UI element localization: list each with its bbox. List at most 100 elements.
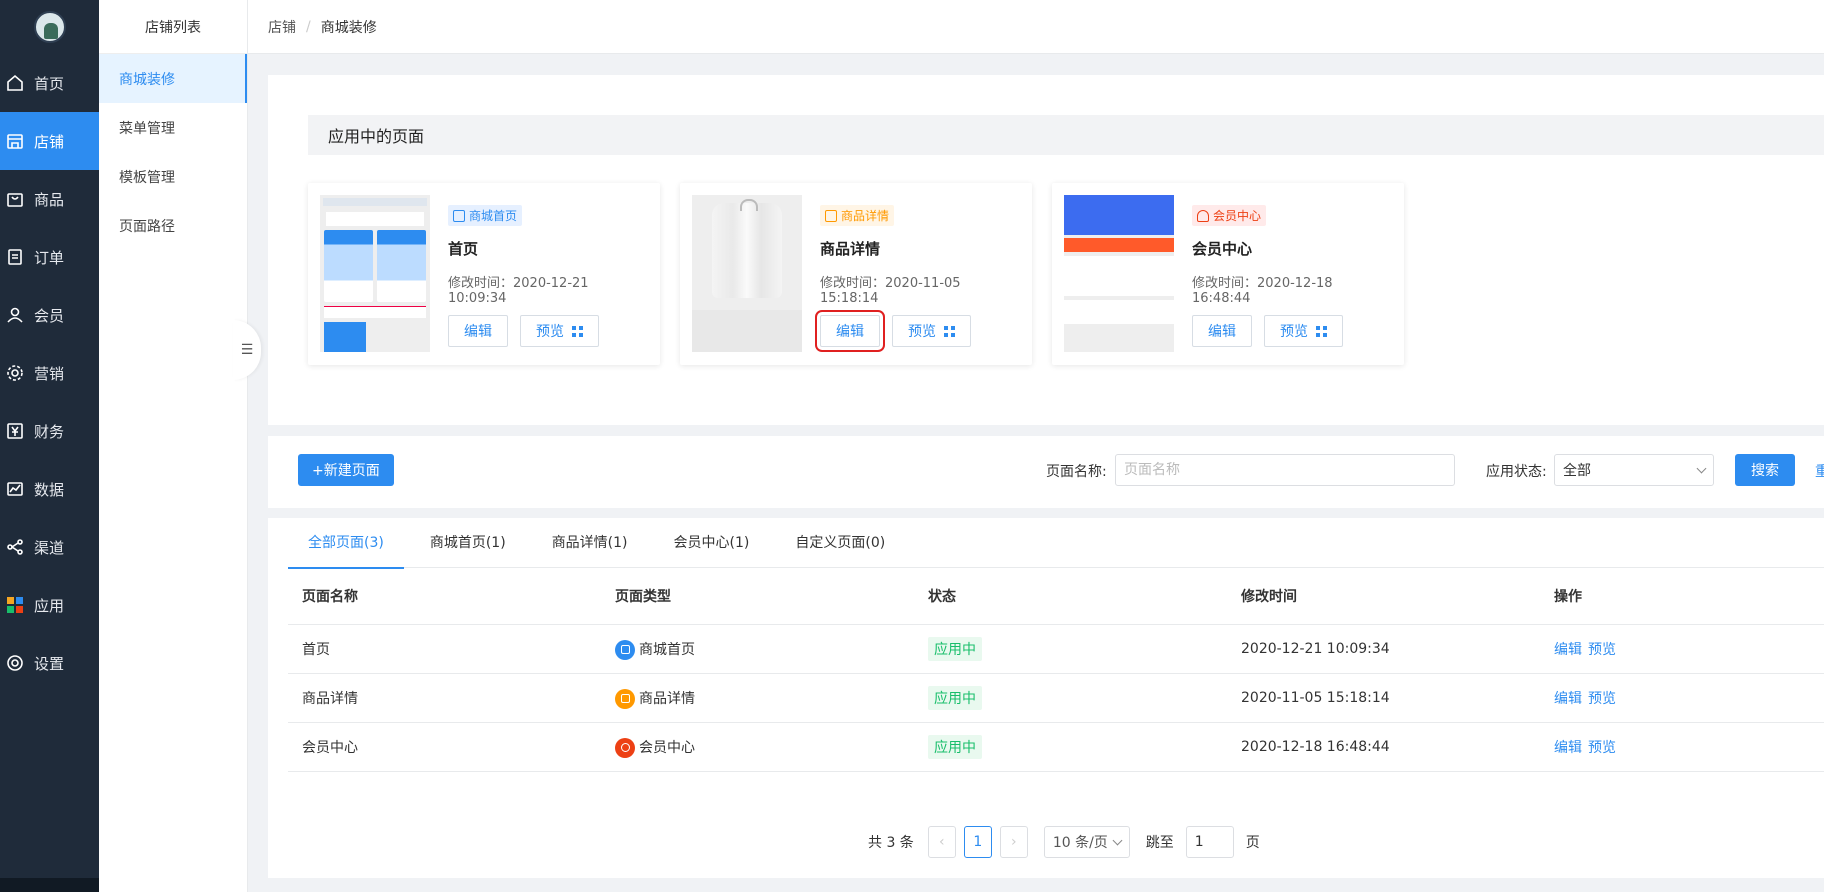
tab-home[interactable]: 商城首页(1) <box>410 518 526 568</box>
pages-table-panel: 全部页面(3) 商城首页(1) 商品详情(1) 会员中心(1) 自定义页面(0)… <box>268 518 1824 878</box>
nav-label: 渠道 <box>34 538 65 557</box>
nav-label: 订单 <box>34 248 65 267</box>
cell-name: 商品详情 <box>302 691 358 707</box>
breadcrumb-root[interactable]: 店铺 <box>268 17 296 37</box>
total-count: 共 3 条 <box>868 835 914 851</box>
edit-link[interactable]: 编辑 <box>1554 691 1582 707</box>
nav-item-home[interactable]: 首页 <box>0 54 99 112</box>
nav-label: 店铺 <box>34 132 65 151</box>
nav-item-finance[interactable]: 财务 <box>0 402 99 460</box>
nav-item-data[interactable]: 数据 <box>0 460 99 518</box>
preview-link[interactable]: 预览 <box>1588 740 1616 756</box>
share-icon <box>6 538 24 556</box>
jump-input[interactable]: 1 <box>1185 826 1234 858</box>
preview-link[interactable]: 预览 <box>1588 691 1616 707</box>
preview-button[interactable]: 预览 <box>1264 315 1343 347</box>
nav-label: 财务 <box>34 422 65 441</box>
preview-label: 预览 <box>536 324 564 340</box>
status-select[interactable]: 全部 <box>1554 454 1714 486</box>
table-row: 首页 商城首页 应用中 2020-12-21 10:09:34 编辑 预览 <box>288 625 1824 674</box>
nav-item-goods[interactable]: 商品 <box>0 170 99 228</box>
page-card-goods-detail: 商品详情 商品详情 修改时间：2020-11-05 15:18:14 编辑 预览 <box>680 183 1032 365</box>
nav-label: 设置 <box>34 654 65 673</box>
nav-item-marketing[interactable]: 营销 <box>0 344 99 402</box>
edit-label: 编辑 <box>464 324 492 340</box>
main-nav: 首页 店铺 商品 订单 会员 营销 财务 数据 渠道 应用 设置 <box>0 0 99 892</box>
cell-name: 首页 <box>302 642 330 658</box>
gear-icon <box>6 364 24 382</box>
cell-actions: 编辑 预览 <box>1540 639 1824 659</box>
tab-custom[interactable]: 自定义页面(0) <box>775 518 905 568</box>
settings-icon <box>6 654 24 672</box>
edit-link[interactable]: 编辑 <box>1554 642 1582 658</box>
page-thumbnail <box>692 195 802 352</box>
new-page-button[interactable]: +新建页面 <box>298 454 394 486</box>
logo[interactable] <box>0 0 99 54</box>
pages-table: 页面名称 页面类型 状态 修改时间 操作 首页 商城首页 应用中 2020-12… <box>288 568 1824 772</box>
nav-item-settings[interactable]: 设置 <box>0 634 99 692</box>
sidebar-item-decoration[interactable]: 商城装修 <box>99 54 247 103</box>
sidebar-item-templates[interactable]: 模板管理 <box>99 152 247 201</box>
preview-button[interactable]: 预览 <box>892 315 971 347</box>
page-card-member-center: 会员中心 会员中心 修改时间：2020-12-18 16:48:44 编辑 预览 <box>1052 183 1404 365</box>
page-number[interactable]: 1 <box>963 826 992 858</box>
tab-all[interactable]: 全部页面(3) <box>288 518 404 569</box>
store-icon <box>615 639 635 660</box>
breadcrumb-separator: / <box>306 18 311 35</box>
reset-link[interactable]: 重 <box>1815 461 1824 481</box>
sidebar-item-paths[interactable]: 页面路径 <box>99 201 247 250</box>
cell-status: 应用中 <box>914 637 1227 661</box>
nav-footer <box>0 878 99 892</box>
nav-item-orders[interactable]: 订单 <box>0 228 99 286</box>
status-badge: 应用中 <box>928 637 982 661</box>
cell-status: 应用中 <box>914 686 1227 710</box>
cell-status: 应用中 <box>914 735 1227 759</box>
edit-button[interactable]: 编辑 <box>1192 315 1252 347</box>
page-size-select[interactable]: 10 条/页 <box>1043 826 1130 858</box>
tab-goods-detail[interactable]: 商品详情(1) <box>532 518 648 568</box>
page-name-label: 页面名称: <box>1046 464 1107 480</box>
preview-link[interactable]: 预览 <box>1588 642 1616 658</box>
pagination: 共 3 条 ‹ 1 › 10 条/页 跳至 1 页 <box>868 826 1260 858</box>
nav-label: 商品 <box>34 190 65 209</box>
cell-time: 2020-11-05 15:18:14 <box>1241 690 1390 706</box>
chevron-down-icon <box>1112 835 1123 845</box>
table-header: 页面名称 页面类型 状态 修改时间 操作 <box>288 568 1824 625</box>
breadcrumb-current: 商城装修 <box>320 19 377 36</box>
page-name-input[interactable] <box>1115 454 1455 486</box>
sidebar-item-menu[interactable]: 菜单管理 <box>99 103 247 152</box>
nav-item-members[interactable]: 会员 <box>0 286 99 344</box>
type-label: 商品详情 <box>639 690 695 707</box>
status-select-value: 全部 <box>1563 463 1591 479</box>
column-header: 修改时间 <box>1241 589 1297 605</box>
tag-label: 商品详情 <box>841 209 890 223</box>
nav-label: 应用 <box>34 596 65 615</box>
page-tabs: 全部页面(3) 商城首页(1) 商品详情(1) 会员中心(1) 自定义页面(0) <box>288 518 1824 569</box>
column-header: 操作 <box>1554 589 1582 605</box>
prev-page-button[interactable]: ‹ <box>927 826 956 858</box>
nav-label: 营销 <box>34 364 65 383</box>
nav-item-store[interactable]: 店铺 <box>0 112 99 170</box>
tab-member-center[interactable]: 会员中心(1) <box>654 518 770 568</box>
sidebar-title: 店铺列表 <box>99 0 247 54</box>
store-icon <box>453 209 465 222</box>
edit-link[interactable]: 编辑 <box>1554 740 1582 756</box>
home-icon <box>6 74 24 92</box>
edit-button[interactable]: 编辑 <box>815 310 885 352</box>
cell-actions: 编辑 预览 <box>1540 737 1824 757</box>
collapse-toggle[interactable]: ☰ <box>233 320 261 380</box>
edit-button[interactable]: 编辑 <box>448 315 508 347</box>
page-type-tag: 商城首页 <box>448 205 523 226</box>
apps-icon <box>6 596 24 614</box>
next-page-button[interactable]: › <box>999 826 1028 858</box>
nav-item-apps[interactable]: 应用 <box>0 576 99 634</box>
nav-item-channels[interactable]: 渠道 <box>0 518 99 576</box>
chevron-left-icon: ‹ <box>939 834 945 850</box>
page-name: 商品详情 <box>820 240 881 258</box>
preview-button[interactable]: 预览 <box>520 315 599 347</box>
column-header: 状态 <box>928 589 956 605</box>
nav-label: 会员 <box>34 306 65 325</box>
search-button[interactable]: 搜索 <box>1735 454 1795 486</box>
page-card-home: 商城首页 首页 修改时间：2020-12-21 10:09:34 编辑 预览 <box>308 183 660 365</box>
cell-actions: 编辑 预览 <box>1540 688 1824 708</box>
